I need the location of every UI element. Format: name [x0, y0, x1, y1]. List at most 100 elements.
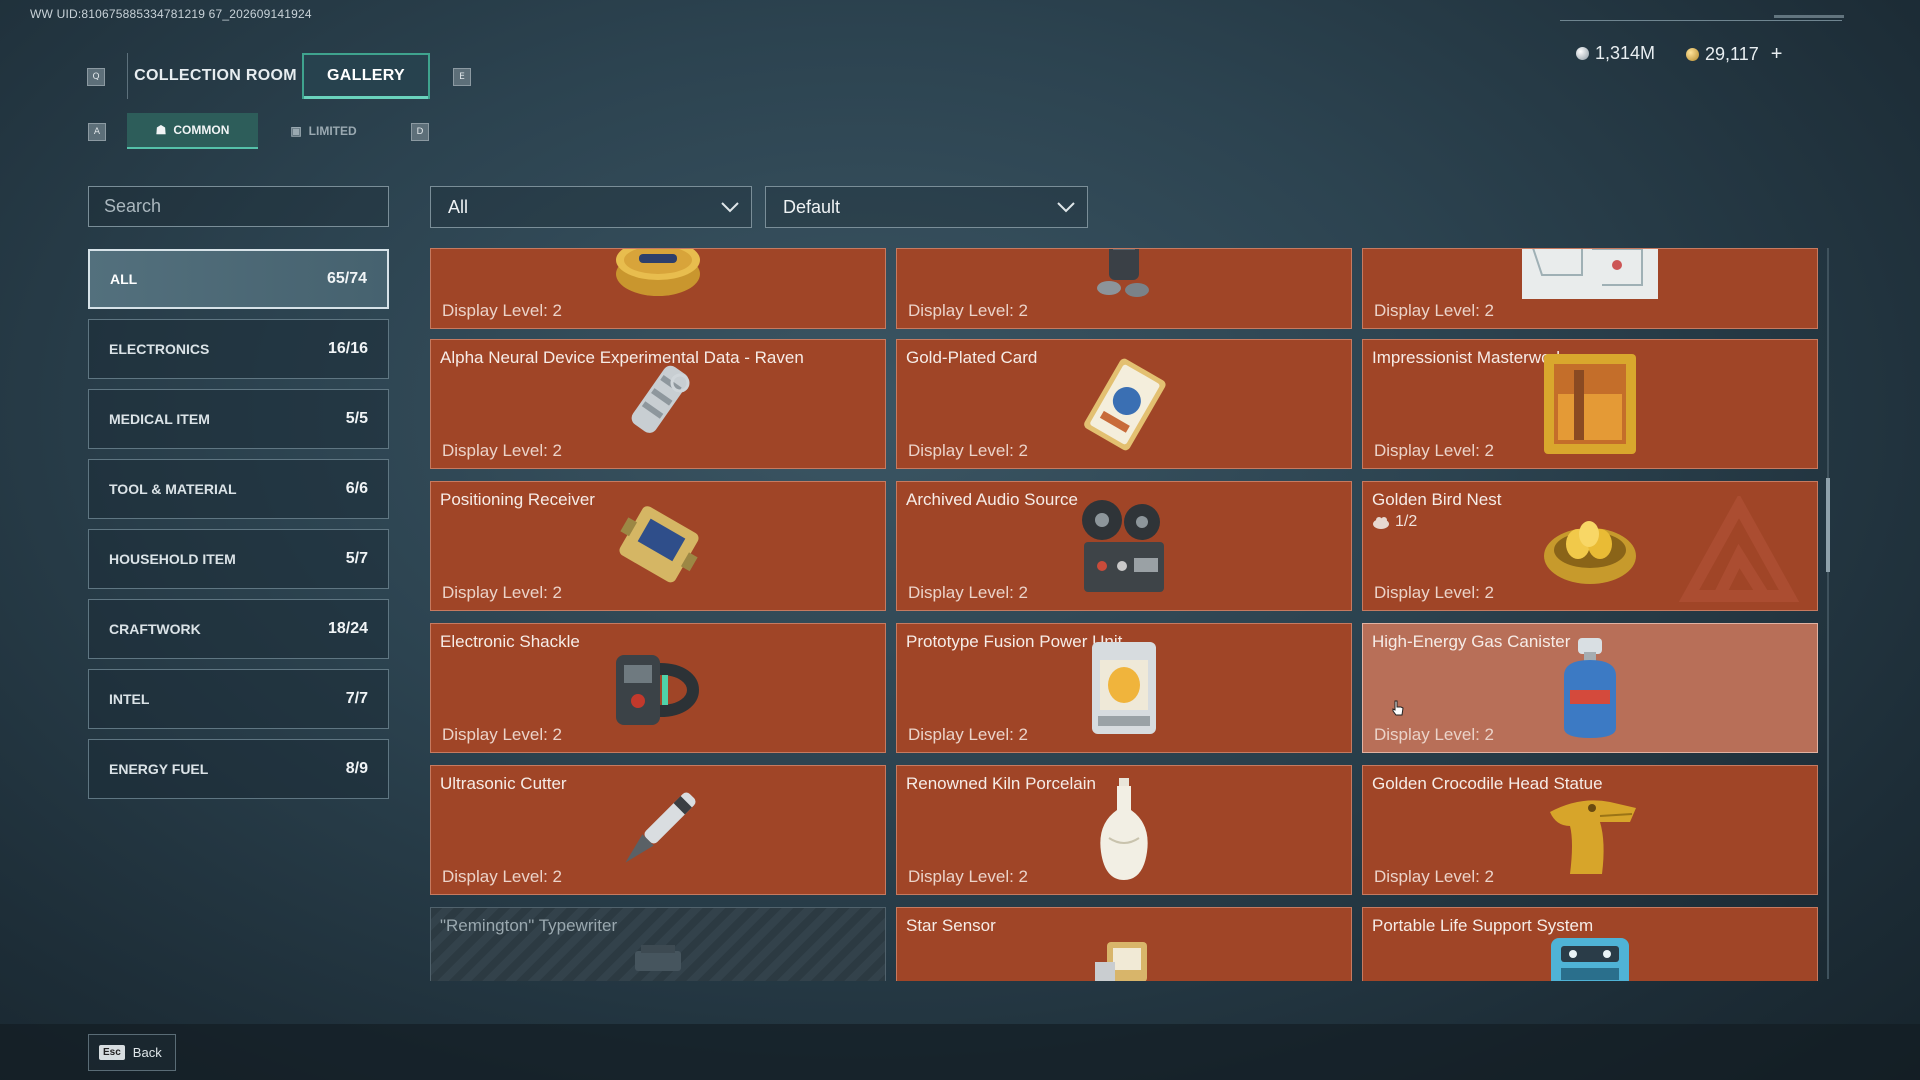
- esc-key-icon: Esc: [99, 1045, 125, 1060]
- key-hint-prev-subtab: A: [88, 123, 106, 141]
- receiver-device-icon: [619, 506, 699, 583]
- item-card[interactable]: Archived Audio Source Display Level: 2: [896, 481, 1352, 611]
- grid-scrollbar-track[interactable]: [1827, 248, 1829, 979]
- display-level: Display Level: 2: [1374, 441, 1495, 460]
- item-card[interactable]: Prototype Fusion Power Unit Display Leve…: [896, 623, 1352, 753]
- grid-scrollbar-thumb[interactable]: [1826, 478, 1830, 572]
- silver-amount: 1,314M: [1595, 43, 1656, 63]
- category-count: 18/24: [327, 620, 368, 637]
- subtab-common[interactable]: ☗ COMMON: [127, 113, 258, 149]
- category-intel[interactable]: INTEL 7/7: [88, 669, 389, 729]
- sort-value: Default: [783, 196, 841, 217]
- back-button[interactable]: Esc Back: [88, 1034, 176, 1071]
- item-card[interactable]: Alpha Neural Device Experimental Data - …: [430, 339, 886, 469]
- display-level: Display Level: 2: [908, 725, 1029, 744]
- category-medical-item[interactable]: MEDICAL ITEM 5/5: [88, 389, 389, 449]
- bottom-bar: [0, 1024, 1920, 1080]
- category-all[interactable]: ALL 65/74: [88, 249, 389, 309]
- category-label: TOOL & MATERIAL: [109, 481, 237, 497]
- type-filter-dropdown[interactable]: All: [430, 186, 752, 228]
- item-name: Ultrasonic Cutter: [440, 774, 567, 793]
- golden-nest-icon: [1544, 521, 1636, 584]
- item-card[interactable]: Display Level: 2: [1362, 248, 1818, 329]
- chevron-down-icon: [721, 202, 739, 213]
- cutter-pen-icon: [625, 792, 696, 863]
- item-card[interactable]: Golden Crocodile Head Statue Display Lev…: [1362, 765, 1818, 895]
- display-level: Display Level: 2: [908, 301, 1029, 320]
- key-hint-next-tab: E: [453, 68, 471, 86]
- category-energy-fuel[interactable]: ENERGY FUEL 8/9: [88, 739, 389, 799]
- item-card-locked[interactable]: "Remington" Typewriter: [430, 907, 886, 981]
- category-tool-material[interactable]: TOOL & MATERIAL 6/6: [88, 459, 389, 519]
- gas-canister-icon: [1564, 638, 1616, 738]
- framed-painting-icon: [1544, 354, 1636, 454]
- category-label: ELECTRONICS: [109, 341, 210, 357]
- add-currency-button[interactable]: +: [1771, 43, 1783, 66]
- item-card[interactable]: Positioning Receiver Display Level: 2: [430, 481, 886, 611]
- item-card[interactable]: Display Level: 2: [430, 248, 886, 329]
- category-count: 7/7: [345, 690, 368, 707]
- crocodile-statue-icon: [1550, 800, 1636, 874]
- item-card[interactable]: Electronic Shackle Display Level: 2: [430, 623, 886, 753]
- category-electronics[interactable]: ELECTRONICS 16/16: [88, 319, 389, 379]
- data-canister-icon: [631, 365, 690, 433]
- player-uid: WW UID:810675885334781219 67_20260914192…: [30, 7, 312, 21]
- display-level: Display Level: 2: [908, 441, 1029, 460]
- top-divider: [1560, 20, 1842, 21]
- key-hint-next-subtab: D: [411, 123, 429, 141]
- category-count: 8/9: [345, 760, 368, 777]
- gold-coin-icon: [1686, 48, 1699, 61]
- item-name: Star Sensor: [906, 916, 996, 935]
- display-level: Display Level: 2: [442, 725, 563, 744]
- item-name: Electronic Shackle: [440, 632, 580, 651]
- shackle-device-icon: [616, 655, 699, 725]
- gold-amount: 29,117: [1705, 44, 1759, 64]
- emblem-watermark-icon: [1678, 496, 1800, 602]
- fusion-unit-icon: [1092, 642, 1156, 734]
- item-name: Golden Bird Nest: [1372, 490, 1502, 509]
- caviar-tin-icon: [616, 249, 700, 296]
- back-label: Back: [132, 1045, 162, 1060]
- subtab-common-label: COMMON: [173, 123, 230, 137]
- type-filter-value: All: [448, 196, 469, 217]
- display-level: Display Level: 2: [1374, 725, 1495, 744]
- gold-card-icon: [1084, 358, 1166, 451]
- display-level: Display Level: 2: [908, 867, 1029, 886]
- item-card[interactable]: Gold-Plated Card Display Level: 2: [896, 339, 1352, 469]
- subtab-limited[interactable]: ▣ LIMITED: [258, 113, 389, 149]
- top-divider-accent: [1774, 15, 1844, 18]
- item-card[interactable]: Renowned Kiln Porcelain Display Level: 2: [896, 765, 1352, 895]
- tab-collection-room[interactable]: COLLECTION ROOM: [127, 53, 303, 99]
- gold-currency: 29,117 +: [1686, 43, 1782, 66]
- item-name: Impressionist Masterwork: [1372, 348, 1565, 367]
- silver-currency: 1,314M: [1576, 43, 1655, 64]
- key-hint-prev-tab: Q: [87, 68, 105, 86]
- item-card[interactable]: Golden Bird Nest 1/2 Display Level: 2: [1362, 481, 1818, 611]
- typewriter-icon: [635, 945, 681, 971]
- category-household-item[interactable]: HOUSEHOLD ITEM 5/7: [88, 529, 389, 589]
- category-label: HOUSEHOLD ITEM: [109, 551, 236, 567]
- display-level: Display Level: 2: [1374, 301, 1495, 320]
- item-grid: Display Level: 2 Display Level: 2 Displa…: [430, 248, 1820, 981]
- item-name: Archived Audio Source: [906, 490, 1078, 509]
- item-card[interactable]: Impressionist Masterwork Display Level: …: [1362, 339, 1818, 469]
- item-card[interactable]: Star Sensor: [896, 907, 1352, 981]
- map-document-icon: [1522, 249, 1658, 299]
- sort-dropdown[interactable]: Default: [765, 186, 1088, 228]
- item-card[interactable]: Ultrasonic Cutter Display Level: 2: [430, 765, 886, 895]
- life-support-icon: [1551, 938, 1629, 981]
- category-count: 16/16: [327, 340, 368, 357]
- category-craftwork[interactable]: CRAFTWORK 18/24: [88, 599, 389, 659]
- star-sensor-icon: [1095, 942, 1147, 981]
- item-card[interactable]: Portable Life Support System: [1362, 907, 1818, 981]
- tab-gallery[interactable]: GALLERY: [302, 53, 430, 99]
- display-level: Display Level: 2: [442, 441, 563, 460]
- item-name: Positioning Receiver: [440, 490, 595, 509]
- item-card[interactable]: High-Energy Gas Canister Display Level: …: [1362, 623, 1818, 753]
- stack-count-value: 1/2: [1395, 513, 1418, 530]
- search-input[interactable]: Search: [88, 186, 389, 227]
- display-level: Display Level: 2: [442, 867, 563, 886]
- item-card[interactable]: Display Level: 2: [896, 248, 1352, 329]
- category-count: 5/5: [345, 410, 368, 427]
- reel-recorder-icon: [1082, 500, 1164, 592]
